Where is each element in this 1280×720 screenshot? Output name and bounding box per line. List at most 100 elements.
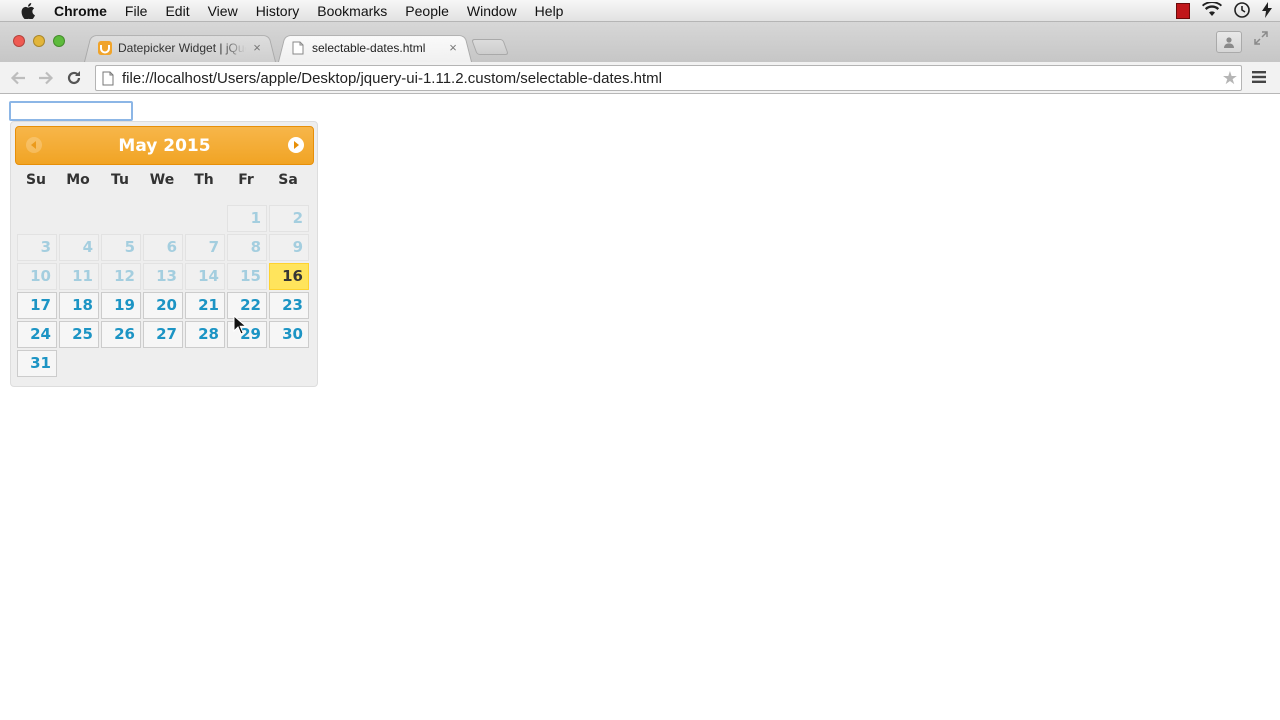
clock-icon[interactable] xyxy=(1234,1,1250,21)
calendar-day-cell: 5 xyxy=(100,233,142,262)
calendar-day-cell: 14 xyxy=(184,262,226,291)
minimize-window-button[interactable] xyxy=(33,35,45,47)
weekday-label: Mo xyxy=(66,172,90,188)
mouse-cursor-icon xyxy=(233,315,247,335)
datepicker-popup: May 2015 Su Mo Tu We Th Fr Sa 1234567891… xyxy=(10,121,318,387)
calendar-day[interactable]: 31 xyxy=(17,350,57,377)
calendar-day-cell: 7 xyxy=(184,233,226,262)
profile-button[interactable] xyxy=(1216,31,1242,53)
calendar-empty-cell xyxy=(226,349,268,378)
calendar-day: 12 xyxy=(101,263,141,290)
calendar-week-row: 12 xyxy=(16,204,310,233)
menu-view[interactable]: View xyxy=(199,0,247,22)
calendar-day-cell[interactable]: 27 xyxy=(142,320,184,349)
page-content: May 2015 Su Mo Tu We Th Fr Sa 1234567891… xyxy=(0,95,1280,720)
calendar-empty-cell xyxy=(58,204,100,233)
calendar-day[interactable]: 26 xyxy=(101,321,141,348)
menu-file[interactable]: File xyxy=(116,0,157,22)
url-text[interactable]: file://localhost/Users/apple/Desktop/jqu… xyxy=(122,70,1219,87)
weekday-header-row: Su Mo Tu We Th Fr Sa xyxy=(15,172,309,188)
calendar-day: 9 xyxy=(269,234,309,261)
calendar-day[interactable]: 20 xyxy=(143,292,183,319)
calendar-day: 11 xyxy=(59,263,99,290)
calendar-empty-cell xyxy=(100,204,142,233)
close-window-button[interactable] xyxy=(13,35,25,47)
fullscreen-icon[interactable] xyxy=(1254,31,1270,47)
menu-help[interactable]: Help xyxy=(526,0,573,22)
chrome-menu-icon[interactable] xyxy=(1252,70,1268,84)
calendar-day-today[interactable]: 16 xyxy=(269,263,309,290)
calendar-empty-cell xyxy=(142,349,184,378)
new-tab-button[interactable] xyxy=(471,39,509,55)
window-controls xyxy=(13,35,65,47)
calendar-day-cell[interactable]: 19 xyxy=(100,291,142,320)
calendar-day[interactable]: 27 xyxy=(143,321,183,348)
calendar-day: 7 xyxy=(185,234,225,261)
calendar-day-cell[interactable]: 21 xyxy=(184,291,226,320)
calendar-day-cell[interactable]: 25 xyxy=(58,320,100,349)
datepicker-title: May 2015 xyxy=(118,136,211,156)
forward-button[interactable] xyxy=(36,68,56,88)
page-icon xyxy=(102,71,114,86)
tab-datepicker-widget[interactable]: Datepicker Widget | jQuery × xyxy=(84,33,276,62)
reload-button[interactable] xyxy=(64,68,84,88)
calendar-day-cell: 1 xyxy=(226,204,268,233)
calendar-day[interactable]: 25 xyxy=(59,321,99,348)
calendar-day[interactable]: 30 xyxy=(269,321,309,348)
next-month-button[interactable] xyxy=(288,137,304,153)
calendar-day-cell[interactable]: 20 xyxy=(142,291,184,320)
apple-menu-icon[interactable] xyxy=(18,1,38,21)
calendar-day[interactable]: 24 xyxy=(17,321,57,348)
calendar-week-row: 24 25 26 27 28 29 30 xyxy=(16,320,310,349)
calendar-day[interactable]: 17 xyxy=(17,292,57,319)
wifi-icon[interactable] xyxy=(1202,1,1222,20)
zoom-window-button[interactable] xyxy=(53,35,65,47)
calendar-empty-cell xyxy=(100,349,142,378)
calendar-day-cell: 8 xyxy=(226,233,268,262)
calendar-day-cell[interactable]: 26 xyxy=(100,320,142,349)
calendar-day-cell: 10 xyxy=(16,262,58,291)
calendar-day-cell[interactable]: 24 xyxy=(16,320,58,349)
weekday-label: Su xyxy=(25,172,47,188)
menu-bookmarks[interactable]: Bookmarks xyxy=(308,0,396,22)
calendar-day-cell[interactable]: 31 xyxy=(16,349,58,378)
calendar-day[interactable]: 28 xyxy=(185,321,225,348)
screen-recording-icon[interactable] xyxy=(1176,3,1190,19)
calendar-day: 13 xyxy=(143,263,183,290)
calendar-day-cell[interactable]: 28 xyxy=(184,320,226,349)
calendar-day[interactable]: 19 xyxy=(101,292,141,319)
calendar-day[interactable]: 21 xyxy=(185,292,225,319)
menu-history[interactable]: History xyxy=(247,0,309,22)
calendar-day-cell[interactable]: 16 xyxy=(268,262,310,291)
calendar-day-cell[interactable]: 17 xyxy=(16,291,58,320)
page-icon xyxy=(292,41,306,55)
tab-close-icon[interactable]: × xyxy=(446,40,460,55)
calendar-day-cell[interactable]: 18 xyxy=(58,291,100,320)
weekday-label: Th xyxy=(194,172,214,188)
calendar-day-cell: 2 xyxy=(268,204,310,233)
address-bar[interactable]: file://localhost/Users/apple/Desktop/jqu… xyxy=(95,65,1242,91)
calendar-day-cell[interactable]: 23 xyxy=(268,291,310,320)
menu-app-name[interactable]: Chrome xyxy=(54,0,116,22)
calendar-empty-cell xyxy=(142,204,184,233)
menu-window[interactable]: Window xyxy=(458,0,526,22)
chevron-right-icon xyxy=(294,141,299,149)
calendar-day: 15 xyxy=(227,263,267,290)
calendar-day[interactable]: 23 xyxy=(269,292,309,319)
calendar-day: 14 xyxy=(185,263,225,290)
tab-title: selectable-dates.html xyxy=(312,40,426,55)
back-button[interactable] xyxy=(8,68,28,88)
calendar-day-cell[interactable]: 30 xyxy=(268,320,310,349)
date-input[interactable] xyxy=(9,101,133,121)
tab-close-icon[interactable]: × xyxy=(250,40,264,55)
bookmark-star-icon[interactable]: ★ xyxy=(1219,68,1241,89)
tab-selectable-dates[interactable]: selectable-dates.html × xyxy=(278,33,472,62)
menu-people[interactable]: People xyxy=(396,0,458,22)
weekday-label: Tu xyxy=(111,172,129,188)
calendar-empty-cell xyxy=(268,349,310,378)
menu-edit[interactable]: Edit xyxy=(156,0,198,22)
calendar-day[interactable]: 18 xyxy=(59,292,99,319)
calendar-day-cell: 3 xyxy=(16,233,58,262)
battery-charging-icon[interactable] xyxy=(1262,1,1272,21)
calendar-day-cell: 12 xyxy=(100,262,142,291)
